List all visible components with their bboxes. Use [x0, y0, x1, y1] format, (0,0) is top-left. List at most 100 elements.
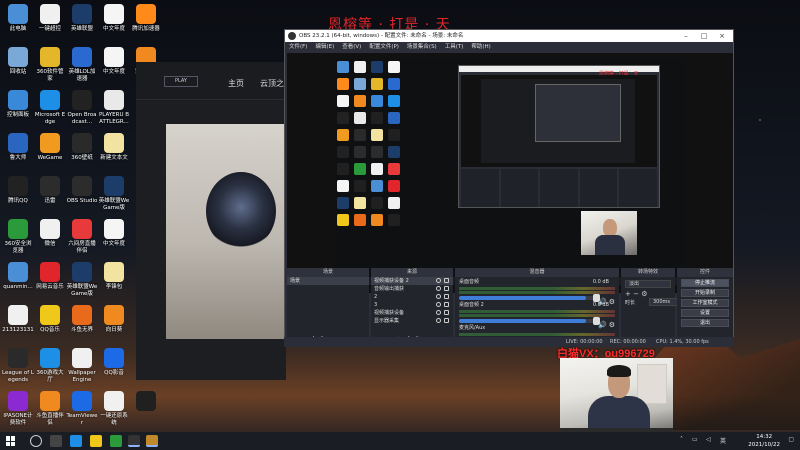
menu-item[interactable]: 工具(T) [445, 42, 464, 52]
control-button[interactable]: 退出 [681, 319, 729, 327]
eye-icon[interactable] [436, 302, 441, 307]
tab-home[interactable]: 主页 [228, 78, 244, 89]
desktop-icon[interactable]: quanmin... [2, 262, 34, 291]
obs-preview[interactable]: 恩榕等 · 打是 · 天 [287, 53, 733, 293]
control-button[interactable]: 停止推流 [681, 279, 729, 287]
desktop-icon[interactable]: 迅雷 [34, 176, 66, 205]
source-item[interactable]: 视频捕获设备 [371, 309, 453, 317]
desktop-icon[interactable]: 213123131 [2, 305, 34, 334]
desktop-icon[interactable]: 控制面板 [2, 90, 34, 119]
source-item[interactable]: 音频输出捕获 [371, 285, 453, 293]
desktop-icon[interactable]: 英雄联盟WeGame版 [66, 262, 98, 298]
desktop-icon[interactable]: IPASONE计费软件 [2, 391, 34, 427]
desktop-icon[interactable]: 中文年度 [98, 4, 130, 33]
ime-icon[interactable]: 英 [720, 436, 726, 445]
volume-icon[interactable]: ◁ [706, 436, 711, 443]
lock-icon[interactable] [444, 302, 449, 307]
menu-item[interactable]: 查看(V) [342, 42, 361, 52]
control-button[interactable]: 设置 [681, 309, 729, 317]
menu-item[interactable]: 场景集合(S) [407, 42, 437, 52]
desktop-icon[interactable]: Wallpaper Engine [66, 348, 98, 384]
scene-item[interactable]: 场景 [287, 277, 369, 285]
desktop-icon[interactable] [130, 391, 162, 413]
eye-icon[interactable] [436, 294, 441, 299]
obs-window[interactable]: OBS 23.2.1 (64-bit, windows) - 配置文件: 未命名… [284, 29, 734, 347]
eye-icon[interactable] [436, 318, 441, 323]
maximize-button[interactable]: □ [695, 30, 713, 42]
browser-taskbar-icon[interactable] [110, 435, 122, 447]
desktop-icon[interactable]: OBS Studio [66, 176, 98, 205]
menu-item[interactable]: 配置文件(P) [369, 42, 399, 52]
desktop-icon[interactable]: 360壁纸 [66, 133, 98, 162]
desktop-icon[interactable]: 回收站 [2, 47, 34, 76]
windows-start-icon[interactable] [6, 436, 16, 446]
eye-icon[interactable] [436, 310, 441, 315]
lock-icon[interactable] [444, 310, 449, 315]
lock-icon[interactable] [444, 318, 449, 323]
tray-chevron-icon[interactable]: ˄ [680, 436, 683, 443]
desktop-icon[interactable]: 一键还原系统 [98, 391, 130, 427]
desktop-icon[interactable]: 360软件管家 [34, 47, 66, 83]
desktop-icon[interactable]: 六间房直播伴侣 [66, 219, 98, 255]
desktop-icon[interactable]: 微信 [34, 219, 66, 248]
task-view-icon[interactable] [50, 435, 62, 447]
desktop-icon[interactable]: 李锋包 [98, 262, 130, 291]
desktop-icon[interactable]: 网易云音乐 [34, 262, 66, 291]
desktop-icon[interactable]: 腾讯QQ [2, 176, 34, 205]
desktop-icon[interactable]: QQ音乐 [34, 305, 66, 334]
desktop-icon[interactable]: League of Legends [2, 348, 34, 384]
source-item[interactable]: 显示器采集 [371, 317, 453, 325]
explorer-taskbar-icon[interactable] [90, 435, 102, 447]
close-button[interactable]: × [713, 30, 731, 42]
desktop-icon[interactable]: TeamViewer [66, 391, 98, 427]
source-item[interactable]: 视频捕获设备 2 [371, 277, 453, 285]
desktop-icon[interactable]: 新建文本文 [98, 133, 130, 162]
desktop-icon[interactable]: 一键超控 [34, 4, 66, 33]
menu-item[interactable]: 帮助(H) [471, 42, 490, 52]
desktop-icon[interactable]: 此电脑 [2, 4, 34, 33]
desktop-icon[interactable]: 中文年度 [98, 47, 130, 76]
desktop-icon[interactable]: 360游戏大厅 [34, 348, 66, 384]
menu-item[interactable]: 文件(F) [289, 42, 307, 52]
lock-icon[interactable] [444, 286, 449, 291]
desktop-icon[interactable]: 英雄联盟 [66, 4, 98, 33]
taskbar-clock[interactable]: 14:32 2021/10/22 [748, 433, 780, 449]
source-item[interactable]: 3 [371, 301, 453, 309]
obs-titlebar[interactable]: OBS 23.2.1 (64-bit, windows) - 配置文件: 未命名… [285, 30, 733, 42]
source-item[interactable]: 2 [371, 293, 453, 301]
desktop-icon[interactable]: WeGame [34, 133, 66, 162]
tab-cloud[interactable]: 云顶之 [260, 78, 284, 89]
desktop-icon[interactable]: 英雄联盟WeGame版 [98, 176, 130, 212]
desktop-icon[interactable]: 鲁大师 [2, 133, 34, 162]
volume-slider[interactable] [459, 317, 600, 325]
control-button[interactable]: 工作室模式 [681, 299, 729, 307]
minimize-button[interactable]: – [677, 30, 695, 42]
desktop-icon[interactable]: 向日葵 [98, 305, 130, 334]
lock-icon[interactable] [444, 294, 449, 299]
desktop-icon[interactable]: 斗鱼直播伴侣 [34, 391, 66, 427]
volume-slider[interactable] [459, 294, 600, 302]
obs-taskbar-icon[interactable] [128, 435, 140, 447]
desktop-icon[interactable]: 英雄LOL加速器 [66, 47, 98, 83]
notification-icon[interactable]: ▢ [788, 436, 794, 443]
menu-item[interactable]: 编辑(E) [315, 42, 334, 52]
desktop-icon[interactable]: Open Broadcast... [66, 90, 98, 126]
desktop-icon[interactable]: 腾讯加速器 [130, 4, 162, 33]
network-icon[interactable]: ▭ [692, 436, 698, 443]
gear-icon[interactable]: ⚙ [641, 290, 647, 298]
game-launcher-window[interactable]: PLAY 主页 云顶之 [136, 62, 286, 380]
remove-icon[interactable]: − [633, 290, 639, 298]
transition-select[interactable]: 淡出 [625, 280, 671, 288]
desktop-icon[interactable]: 360安全浏览器 [2, 219, 34, 255]
edge-taskbar-icon[interactable] [70, 435, 82, 447]
search-icon[interactable] [30, 435, 42, 447]
desktop-icon[interactable]: Microsoft Edge [34, 90, 66, 126]
add-icon[interactable]: + [625, 290, 631, 298]
desktop-icon[interactable]: 斗鱼无界 [66, 305, 98, 334]
play-button[interactable]: PLAY [164, 76, 198, 87]
launcher-taskbar-icon[interactable] [146, 435, 158, 447]
lock-icon[interactable] [444, 278, 449, 283]
desktop-icon[interactable]: 中文年度 [98, 219, 130, 248]
control-button[interactable]: 开始录制 [681, 289, 729, 297]
desktop-icon[interactable]: PLAYERU BATTLEGR... [98, 90, 130, 126]
